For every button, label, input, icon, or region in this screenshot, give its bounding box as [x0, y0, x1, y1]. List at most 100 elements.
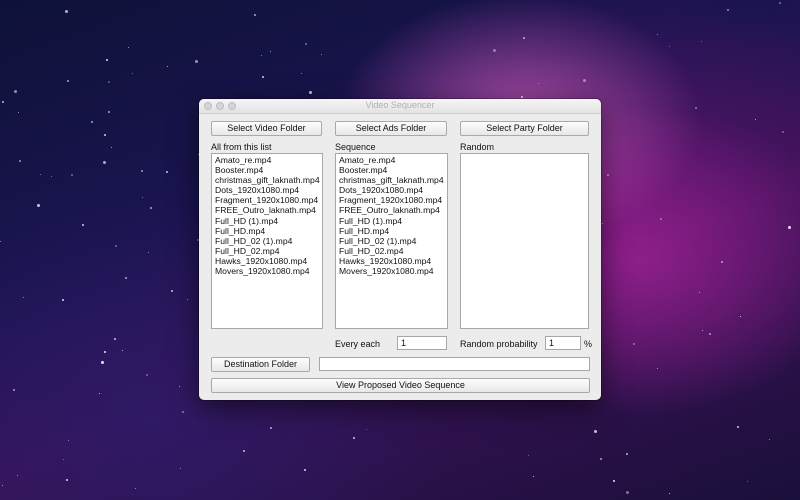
all-videos-list[interactable]: Amato_re.mp4 Booster.mp4 christmas_gift_la… — [211, 153, 323, 329]
star — [0, 241, 1, 242]
list-item[interactable]: FREE_Outro_laknath.mp4 — [215, 205, 322, 215]
star — [37, 204, 40, 207]
star — [353, 437, 355, 439]
star — [270, 427, 272, 429]
star — [103, 161, 106, 164]
star — [82, 224, 84, 226]
list-item[interactable]: Full_HD (1).mp4 — [339, 216, 447, 226]
list-item[interactable]: Fragment_1920x1080.mp4 — [215, 195, 322, 205]
star — [132, 73, 133, 74]
list-item[interactable]: christmas_gift_laknath.mp4 — [215, 175, 322, 185]
list-item[interactable]: Hawks_1920x1080.mp4 — [215, 256, 322, 266]
select-ads-folder-button[interactable]: Select Ads Folder — [335, 121, 447, 136]
star — [104, 134, 106, 136]
star — [142, 197, 143, 198]
star — [108, 81, 110, 83]
star — [727, 9, 729, 11]
star — [13, 389, 15, 391]
list-item[interactable]: Amato_re.mp4 — [215, 155, 322, 165]
destination-folder-button[interactable]: Destination Folder — [211, 357, 310, 372]
window-title: Video Sequencer — [365, 100, 435, 110]
video-sequencer-window: Video Sequencer Select Video Folder Sele… — [199, 99, 601, 400]
star — [141, 170, 143, 172]
list-item[interactable]: FREE_Outro_laknath.mp4 — [339, 205, 447, 215]
star — [99, 393, 100, 394]
random-list-label: Random — [460, 142, 495, 152]
star — [779, 2, 781, 4]
list-item[interactable]: Fragment_1920x1080.mp4 — [339, 195, 447, 205]
list-item[interactable]: Full_HD.mp4 — [215, 226, 322, 236]
star — [18, 112, 19, 113]
list-item[interactable]: Full_HD_02.mp4 — [215, 246, 322, 256]
star — [179, 386, 180, 387]
star — [171, 290, 173, 292]
star — [740, 316, 741, 317]
star — [182, 411, 184, 413]
random-probability-input[interactable] — [545, 336, 581, 350]
star — [150, 207, 152, 209]
star — [128, 47, 129, 48]
star — [669, 46, 670, 47]
random-list[interactable] — [460, 153, 589, 329]
star — [243, 450, 245, 452]
star — [63, 459, 64, 460]
star — [148, 252, 149, 253]
star — [538, 83, 539, 84]
list-item[interactable]: Full_HD_02 (1).mp4 — [215, 236, 322, 246]
star — [115, 245, 117, 247]
list-item[interactable]: Dots_1920x1080.mp4 — [339, 185, 447, 195]
list-item[interactable]: Full_HD_02.mp4 — [339, 246, 447, 256]
sequence-list-label: Sequence — [335, 142, 376, 152]
star — [701, 41, 702, 42]
star — [583, 79, 586, 82]
every-each-input[interactable] — [397, 336, 447, 350]
star — [709, 333, 711, 335]
destination-path-field[interactable] — [319, 357, 590, 371]
list-item[interactable]: Amato_re.mp4 — [339, 155, 447, 165]
sequence-list[interactable]: Amato_re.mp4 Booster.mp4 christmas_gift_la… — [335, 153, 448, 329]
star — [755, 119, 756, 120]
star — [62, 299, 64, 301]
list-item[interactable]: Full_HD_02 (1).mp4 — [339, 236, 447, 246]
select-video-folder-button[interactable]: Select Video Folder — [211, 121, 322, 136]
star — [40, 174, 41, 175]
star — [769, 439, 770, 440]
random-probability-label: Random probability — [460, 339, 538, 349]
list-item[interactable]: christmas_gift_laknath.mp4 — [339, 175, 447, 185]
star — [657, 368, 658, 369]
list-item[interactable]: Booster.mp4 — [215, 165, 322, 175]
star — [2, 101, 4, 103]
list-item[interactable]: Booster.mp4 — [339, 165, 447, 175]
view-proposed-sequence-button[interactable]: View Proposed Video Sequence — [211, 378, 590, 393]
list-item[interactable]: Movers_1920x1080.mp4 — [215, 266, 322, 276]
percent-sign: % — [584, 339, 593, 349]
select-party-folder-button[interactable]: Select Party Folder — [460, 121, 589, 136]
star — [600, 458, 602, 460]
star — [782, 131, 784, 133]
list-item[interactable]: Full_HD.mp4 — [339, 226, 447, 236]
star — [309, 91, 312, 94]
star — [122, 350, 123, 351]
star — [270, 51, 271, 52]
list-item[interactable]: Dots_1920x1080.mp4 — [215, 185, 322, 195]
star — [747, 481, 748, 482]
every-each-label: Every each — [335, 339, 381, 349]
star — [91, 121, 93, 123]
star — [626, 491, 629, 494]
star — [699, 292, 700, 293]
star — [114, 338, 116, 340]
star — [695, 107, 697, 109]
star — [104, 351, 106, 353]
star — [660, 218, 662, 220]
title-bar[interactable]: Video Sequencer — [199, 99, 601, 114]
star — [19, 160, 21, 162]
list-item[interactable]: Full_HD (1).mp4 — [215, 216, 322, 226]
star — [613, 480, 615, 482]
list-item[interactable]: Hawks_1920x1080.mp4 — [339, 256, 447, 266]
star — [626, 453, 628, 455]
star — [51, 176, 52, 177]
star — [607, 174, 609, 176]
list-item[interactable]: Movers_1920x1080.mp4 — [339, 266, 447, 276]
star — [366, 429, 367, 430]
all-list-label: All from this list — [211, 142, 272, 152]
